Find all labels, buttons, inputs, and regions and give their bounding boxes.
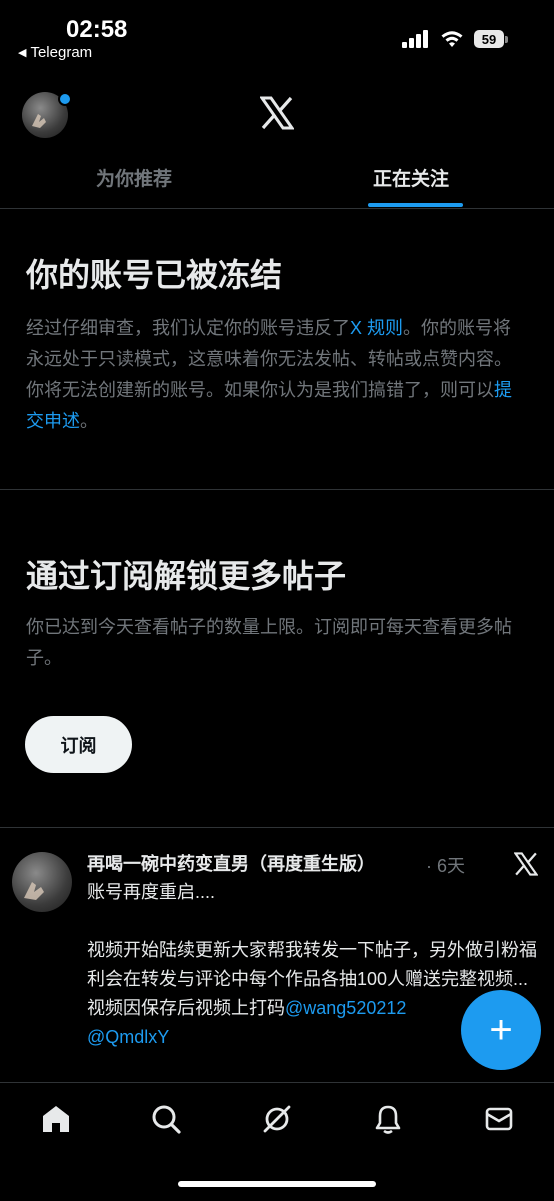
back-to-app-link[interactable]: ◀ Telegram	[18, 44, 92, 61]
grok-icon	[263, 1105, 291, 1133]
back-app-label: Telegram	[30, 44, 93, 61]
nav-search[interactable]	[146, 1099, 186, 1139]
frozen-title: 你的账号已被冻结	[26, 257, 283, 293]
status-indicators: 59	[402, 30, 508, 48]
notifications-icon	[375, 1105, 401, 1134]
wifi-icon	[441, 31, 463, 47]
status-time: 02:58	[66, 16, 128, 43]
battery-level: 59	[474, 30, 504, 48]
subscribe-button[interactable]: 订阅	[25, 716, 132, 773]
home-icon	[43, 1106, 69, 1132]
frozen-text-1: 经过仔细审查，我们认定你的账号违反了	[26, 318, 350, 338]
plus-icon: +	[489, 1007, 513, 1052]
mention-link[interactable]: @QmdlxY	[87, 1027, 169, 1047]
x-rules-link[interactable]: X 规则	[350, 318, 403, 338]
tweet-line: 视频开始陆续更新大家帮我转发一下帖子，另外做引粉福利会在转发与评论中每个作品各抽…	[87, 940, 537, 989]
cellular-signal-icon	[402, 30, 428, 48]
tweet-line: 视频因保存后视频上打码	[87, 998, 285, 1018]
section-divider	[0, 489, 554, 490]
subscribe-title: 通过订阅解锁更多帖子	[26, 558, 347, 594]
nav-messages[interactable]	[479, 1099, 519, 1139]
tweet-line: 账号再度重启....	[87, 882, 216, 902]
compose-button[interactable]: +	[461, 990, 541, 1070]
battery-indicator: 59	[474, 30, 508, 48]
messages-icon	[485, 1107, 513, 1131]
back-arrow-icon: ◀	[18, 47, 27, 59]
notification-dot	[58, 92, 72, 106]
search-icon	[152, 1105, 181, 1134]
frozen-message: 经过仔细审查，我们认定你的账号违反了X 规则。你的账号将永远处于只读模式，这意味…	[26, 313, 526, 437]
timeline-tabs: 为你推荐 正在关注	[0, 150, 554, 209]
x-logo-icon	[260, 96, 294, 130]
mention-link[interactable]: @wang520212	[285, 998, 406, 1018]
home-indicator[interactable]	[178, 1181, 376, 1187]
x-badge-icon[interactable]	[514, 852, 538, 876]
tweet-author-name[interactable]: 再喝一碗中药变直男（再度重生版）	[87, 850, 375, 876]
tweet-timestamp[interactable]: · 6天	[426, 852, 465, 878]
tweet-author-avatar[interactable]	[12, 852, 72, 912]
avatar-image	[24, 882, 44, 900]
tab-following[interactable]: 正在关注	[373, 164, 449, 191]
nav-grok[interactable]	[257, 1099, 297, 1139]
nav-notifications[interactable]	[368, 1099, 408, 1139]
tab-for-you[interactable]: 为你推荐	[96, 164, 172, 191]
nav-home[interactable]	[36, 1099, 76, 1139]
subscribe-message: 你已达到今天查看帖子的数量上限。订阅即可每天查看更多帖子。	[26, 617, 512, 668]
frozen-text-3: 。	[80, 411, 98, 431]
section-divider	[0, 827, 554, 828]
active-tab-indicator	[368, 203, 463, 207]
